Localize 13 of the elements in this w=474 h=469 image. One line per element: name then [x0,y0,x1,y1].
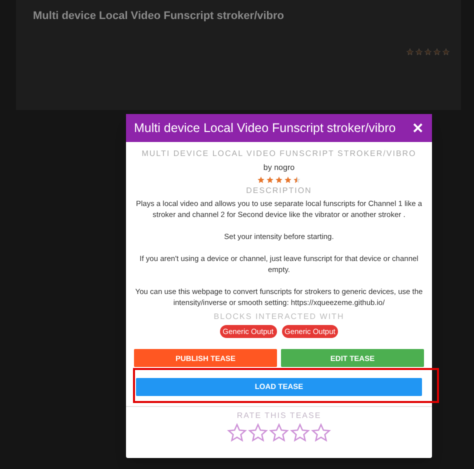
star-icon [311,423,331,444]
section-label: RATE THIS TEASE [236,410,322,422]
star-icon [290,423,310,444]
modal-title: Multi device Local Video Funscript stroker/vibro [134,120,396,137]
star-icon [227,423,247,444]
section-label: DESCRIPTION [246,185,312,197]
author-text: by nogro [263,162,295,174]
star-icon [248,423,268,444]
tease-heading: MULTI DEVICE LOCAL VIDEO FUNSCRIPT STROKER/VIBRO [142,148,416,160]
close-button[interactable]: ✕ [412,121,424,135]
card-title: Multi device Local Video Funscript stroker/vibro [33,9,286,24]
star-icon [269,423,289,444]
section-label: BLOCKS INTERACTED WITH [214,311,344,323]
